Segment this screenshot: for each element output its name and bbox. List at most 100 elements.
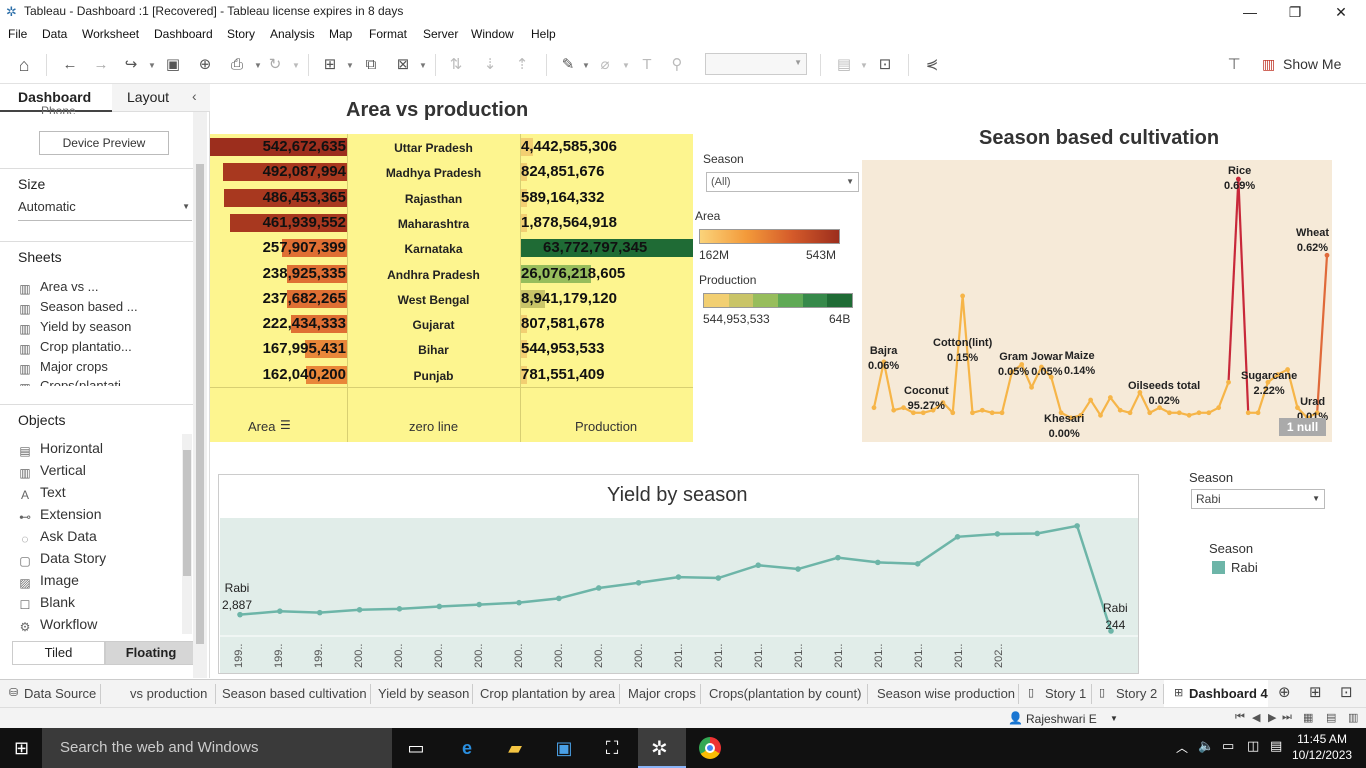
- chevron-down-icon[interactable]: ▼: [419, 61, 427, 70]
- menu-map[interactable]: Map: [329, 27, 352, 41]
- sheet-item[interactable]: ▥ Major crops: [18, 359, 108, 376]
- tab-crops-count[interactable]: Crops(plantation by count): [709, 686, 861, 701]
- tab-story-2[interactable]: Story 2: [1116, 686, 1157, 701]
- yield-point[interactable]: [755, 562, 762, 569]
- pause-icon[interactable]: ⎙: [227, 55, 247, 75]
- first-page-icon[interactable]: ⏮: [1235, 711, 1245, 724]
- floating-button[interactable]: Floating: [105, 641, 197, 665]
- chevron-down-icon[interactable]: ▼: [582, 61, 590, 70]
- highlight-icon[interactable]: ✎: [558, 55, 578, 75]
- list-view-icon[interactable]: ▤: [1326, 711, 1336, 724]
- last-page-icon[interactable]: ⏭: [1282, 711, 1292, 724]
- tab-area-production[interactable]: vs production: [130, 686, 207, 701]
- yield-point[interactable]: [556, 595, 562, 602]
- close-button[interactable]: ✕: [1331, 2, 1351, 22]
- season-point[interactable]: [1098, 412, 1103, 418]
- yield-point[interactable]: [835, 554, 841, 561]
- fit-select[interactable]: ▼: [705, 53, 807, 75]
- zero-line-header[interactable]: zero line: [409, 419, 458, 434]
- yield-point[interactable]: [1034, 530, 1041, 537]
- season-point[interactable]: [989, 410, 995, 416]
- sort-icon[interactable]: ☰: [280, 418, 291, 432]
- new-worksheet-icon[interactable]: ⊞: [320, 55, 340, 75]
- state-name[interactable]: Rajasthan: [347, 192, 520, 206]
- chevron-down-icon[interactable]: ▼: [254, 61, 262, 70]
- filmstrip-icon[interactable]: ▥: [1348, 711, 1358, 724]
- sort-descending-icon[interactable]: ⇡: [512, 55, 532, 75]
- season-filter-select[interactable]: (All) ▼: [706, 172, 859, 192]
- show-cards-icon[interactable]: ▤: [834, 55, 854, 75]
- state-name[interactable]: West Bengal: [347, 293, 520, 307]
- yield-point[interactable]: [436, 603, 443, 610]
- object-image[interactable]: ▨ Image: [18, 572, 79, 590]
- battery-icon[interactable]: ▭: [1222, 738, 1234, 754]
- tab-season-based[interactable]: Season based cultivation: [222, 686, 367, 701]
- tiled-button[interactable]: Tiled: [12, 641, 105, 665]
- next-page-icon[interactable]: ▶: [1268, 711, 1276, 724]
- state-name[interactable]: Bihar: [347, 343, 520, 357]
- sheet-item[interactable]: ▥ Yield by season: [18, 319, 131, 336]
- yield-point[interactable]: [277, 608, 283, 614]
- swap-icon[interactable]: ⇅: [446, 55, 466, 75]
- refresh-icon[interactable]: ↻: [265, 55, 285, 75]
- back-icon[interactable]: ←: [60, 55, 80, 75]
- state-name[interactable]: Punjab: [347, 369, 520, 383]
- windows-start-icon[interactable]: ⊞: [14, 738, 29, 759]
- season-point[interactable]: [1255, 410, 1261, 416]
- yield-point[interactable]: [875, 559, 881, 566]
- presentation-icon[interactable]: ⊡: [875, 55, 895, 75]
- season-point[interactable]: [1147, 410, 1153, 416]
- maximize-button[interactable]: ❐: [1285, 2, 1305, 22]
- chevron-down-icon[interactable]: ▼: [292, 61, 300, 70]
- chevron-down-icon[interactable]: ▼: [148, 61, 156, 70]
- chevron-down-icon[interactable]: ▼: [622, 61, 630, 70]
- scrollbar-thumb[interactable]: [196, 164, 204, 644]
- menu-data[interactable]: Data: [42, 27, 67, 41]
- season-point[interactable]: [999, 410, 1005, 416]
- tableau-taskbar-button[interactable]: ✲: [638, 728, 686, 768]
- chevron-down-icon[interactable]: ▼: [860, 61, 868, 70]
- forward-icon[interactable]: →: [91, 55, 111, 75]
- tab-major-crops[interactable]: Major crops: [628, 686, 696, 701]
- task-view-icon[interactable]: ▭: [404, 736, 428, 760]
- object-horizontal[interactable]: ▤ Horizontal: [18, 440, 103, 458]
- tab-story-1[interactable]: Story 1: [1045, 686, 1086, 701]
- area-column-header[interactable]: Area: [248, 419, 275, 434]
- season-point[interactable]: [1216, 405, 1222, 411]
- yield-line[interactable]: [239, 524, 1113, 632]
- menu-help[interactable]: Help: [531, 27, 556, 41]
- taskbar-search[interactable]: Search the web and Windows: [42, 728, 392, 768]
- chevron-up-icon[interactable]: ︿: [1176, 739, 1188, 756]
- menu-window[interactable]: Window: [471, 27, 514, 41]
- season-point[interactable]: [1029, 384, 1034, 390]
- yield-point[interactable]: [635, 579, 642, 586]
- season-point[interactable]: [1167, 410, 1172, 416]
- season-point[interactable]: [1196, 410, 1202, 416]
- season-point[interactable]: [1245, 410, 1251, 416]
- edge-icon[interactable]: e: [455, 736, 479, 760]
- season-point[interactable]: [1206, 410, 1212, 416]
- sheet-item[interactable]: ▥ Area vs ...: [18, 279, 98, 296]
- object-workflow[interactable]: ⚙ Workflow: [18, 616, 98, 634]
- season-point[interactable]: [1107, 395, 1113, 400]
- paint-roller-icon[interactable]: ⊤: [1224, 55, 1244, 75]
- new-story-icon[interactable]: ⊡: [1340, 683, 1353, 701]
- object-vertical[interactable]: ▥ Vertical: [18, 462, 86, 480]
- text-icon[interactable]: T: [637, 55, 657, 75]
- state-name[interactable]: Gujarat: [347, 318, 520, 332]
- prev-page-icon[interactable]: ◀: [1252, 711, 1260, 724]
- menu-file[interactable]: File: [8, 27, 27, 41]
- yield-point[interactable]: [476, 601, 482, 608]
- tab-season-wise[interactable]: Season wise production: [877, 686, 1015, 701]
- season-point[interactable]: [950, 410, 956, 416]
- state-name[interactable]: Uttar Pradesh: [347, 141, 520, 155]
- menu-story[interactable]: Story: [227, 27, 255, 41]
- null-badge[interactable]: 1 null: [1279, 418, 1326, 436]
- clear-sheet-icon[interactable]: ⊠: [393, 55, 413, 75]
- new-data-source-icon[interactable]: ⊕: [195, 55, 215, 75]
- menu-analysis[interactable]: Analysis: [270, 27, 315, 41]
- new-worksheet-icon[interactable]: ⊕: [1278, 683, 1291, 701]
- object-extension[interactable]: ⊷ Extension: [18, 506, 101, 524]
- season-point[interactable]: [1226, 379, 1231, 385]
- object-ask-data[interactable]: ◌ Ask Data: [18, 528, 96, 546]
